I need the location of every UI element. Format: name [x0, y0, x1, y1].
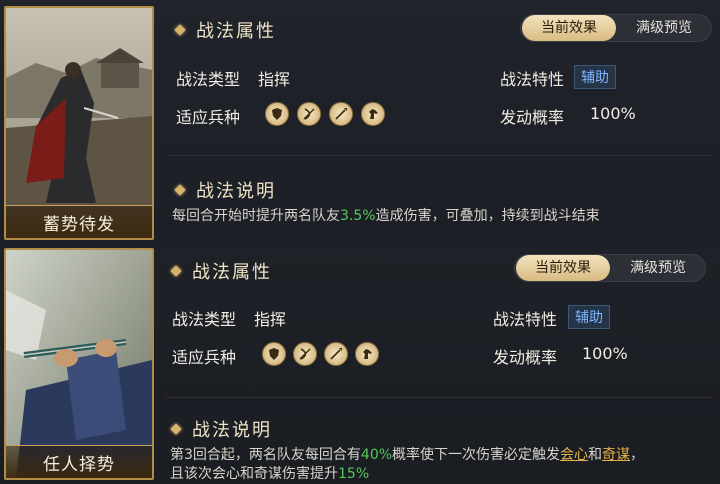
skill-type-label: 战法类型 [172, 310, 237, 329]
horse-icon [355, 342, 379, 366]
skill-card-name: 任人择势 [43, 454, 115, 475]
spear-icon [324, 342, 348, 366]
skill-card-art [6, 8, 152, 238]
desc-highlight-value: 3.5% [340, 208, 376, 224]
crit-keyword-link[interactable]: 会心 [560, 447, 588, 463]
skill-description: 每回合开始时提升两名队友3.5%造成伤害，可叠加，持续到战斗结束 [172, 207, 600, 226]
skill-card-name: 蓄势待发 [43, 214, 115, 235]
skill-card[interactable]: 蓄势待发 [4, 6, 154, 240]
skill-feature-tag: 辅助 [568, 305, 610, 329]
bow-icon [293, 342, 317, 366]
desc-text: 概率使下一次伤害必定触发 [392, 447, 561, 463]
desc-text: 和 [588, 447, 603, 463]
trigger-chance-label: 发动概率 [493, 348, 558, 367]
skill-card-name-strip: 蓄势待发 [6, 205, 152, 238]
desc-text: 第3回合起，两名队友每回合有 [170, 447, 361, 463]
strategy-keyword-link[interactable]: 奇谋 [602, 447, 630, 463]
diamond-icon [174, 184, 186, 196]
attr-section-title: 战法属性 [174, 17, 276, 43]
desc-section-title: 战法说明 [170, 416, 272, 442]
trigger-chance-label: 发动概率 [500, 108, 565, 127]
desc-section-title-text: 战法说明 [196, 181, 276, 202]
skill-feature-label: 战法特性 [500, 70, 565, 89]
diamond-icon [170, 423, 182, 435]
effect-toggle: 当前效果 满级预览 [514, 254, 706, 282]
troop-types-label: 适应兵种 [176, 108, 241, 127]
skill-type-value: 指挥 [258, 70, 291, 89]
attr-section-title: 战法属性 [170, 258, 272, 284]
skill-description: 第3回合起，两名队友每回合有40%概率使下一次伤害必定触发会心和奇谋， 且该次会… [170, 446, 644, 484]
effect-toggle: 当前效果 满级预览 [520, 14, 712, 42]
troop-types-label: 适应兵种 [172, 348, 237, 367]
spear-icon [329, 102, 353, 126]
skill-card[interactable]: 任人择势 [4, 248, 154, 480]
skill-feature-label: 战法特性 [493, 310, 558, 329]
trigger-chance-value: 100% [582, 344, 628, 363]
desc-text: ， [630, 447, 645, 463]
skill-panel-2: 任人择势 战法属性 当前效果 满级预览 战法类型 指挥 战法特性 辅助 适应兵种… [0, 242, 720, 484]
desc-line-1: 第3回合起，两名队友每回合有40%概率使下一次伤害必定触发会心和奇谋， [170, 446, 644, 465]
divider [166, 397, 712, 398]
desc-section-title: 战法说明 [174, 177, 276, 203]
current-effect-tab[interactable]: 当前效果 [516, 255, 610, 281]
desc-section-title-text: 战法说明 [192, 420, 272, 441]
diamond-icon [170, 265, 182, 277]
shield-icon [262, 342, 286, 366]
desc-highlight-value: 15% [338, 466, 370, 482]
skill-feature-tag: 辅助 [574, 65, 616, 89]
max-level-preview-tab[interactable]: 满级预览 [617, 15, 711, 41]
shield-icon [265, 102, 289, 126]
bow-icon [297, 102, 321, 126]
desc-text: 且该次会心和奇谋伤害提升 [170, 466, 338, 482]
desc-highlight-value: 40% [360, 447, 393, 463]
skill-type-label: 战法类型 [176, 70, 241, 89]
current-effect-tab[interactable]: 当前效果 [522, 15, 616, 41]
skill-panel-1: 蓄势待发 战法属性 当前效果 满级预览 战法类型 指挥 战法特性 辅助 适应兵种… [0, 0, 720, 242]
skill-card-name-strip: 任人择势 [6, 445, 152, 478]
attr-section-title-text: 战法属性 [192, 262, 272, 283]
desc-line-2: 且该次会心和奇谋伤害提升15% [170, 465, 644, 484]
horse-icon [361, 102, 385, 126]
desc-text: 造成伤害，可叠加，持续到战斗结束 [375, 208, 600, 224]
skill-type-value: 指挥 [254, 310, 287, 329]
divider [170, 155, 710, 156]
trigger-chance-value: 100% [590, 104, 636, 123]
attr-section-title-text: 战法属性 [196, 21, 276, 42]
max-level-preview-tab[interactable]: 满级预览 [611, 255, 705, 281]
diamond-icon [174, 24, 186, 36]
desc-text: 每回合开始时提升两名队友 [172, 208, 340, 224]
